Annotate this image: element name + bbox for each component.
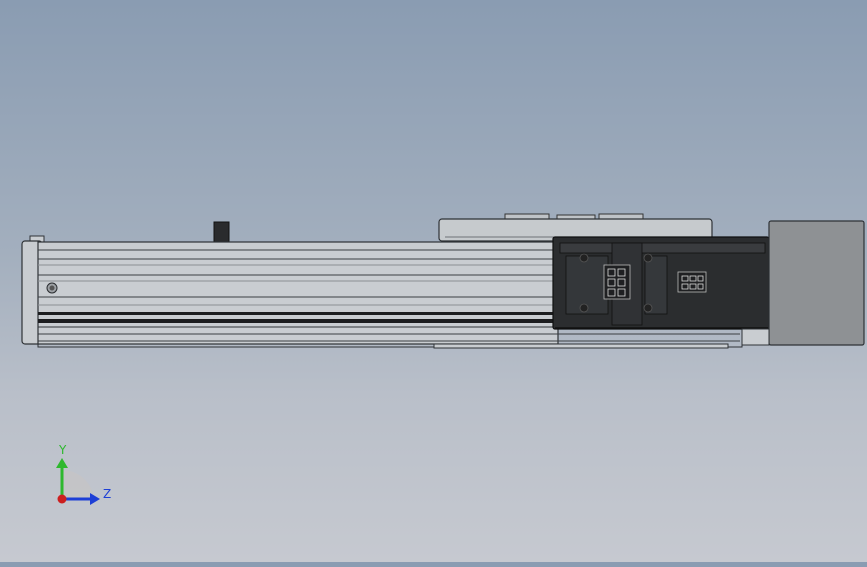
bottom-flange	[433, 343, 729, 349]
z-arrow-head-icon	[90, 493, 100, 505]
cad-viewport[interactable]: Y Z	[0, 0, 867, 562]
triad-arc	[62, 469, 94, 500]
connector-icon	[677, 271, 707, 293]
t-slot	[38, 319, 554, 323]
orientation-triad: Y Z	[56, 443, 111, 505]
y-arrow-head-icon	[56, 458, 68, 468]
y-axis-label: Y	[58, 443, 67, 457]
triad-origin	[57, 494, 67, 504]
t-slot	[38, 312, 554, 315]
sensor-block	[213, 221, 230, 243]
carriage-housing	[552, 236, 770, 330]
model-canvas[interactable]: Y Z	[0, 0, 867, 562]
z-axis-label: Z	[103, 487, 111, 501]
connector-icon	[603, 264, 631, 300]
linear-actuator-model[interactable]	[21, 213, 865, 349]
